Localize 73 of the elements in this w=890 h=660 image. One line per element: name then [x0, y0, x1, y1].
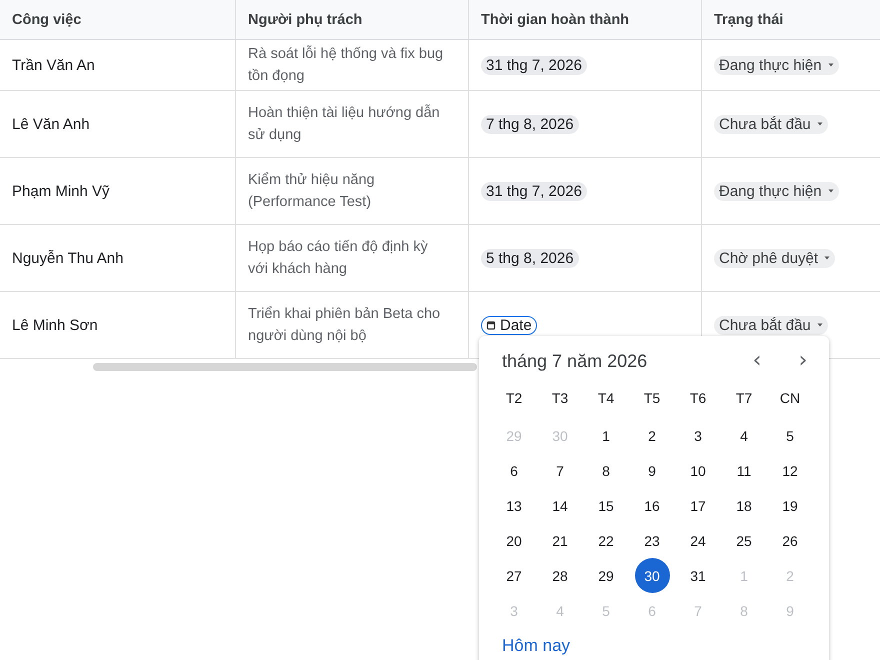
day-button[interactable]: 5	[772, 418, 808, 453]
column-header: Trạng thái	[713, 10, 784, 30]
day-button[interactable]: 20	[496, 523, 532, 558]
day-button[interactable]: 22	[588, 523, 624, 558]
weekday-label: CN	[778, 389, 802, 408]
day-button[interactable]: 16	[634, 488, 670, 523]
day-button[interactable]: 19	[772, 488, 808, 523]
table-cell: Nguyễn Thu Anh	[12, 250, 124, 266]
date-chip[interactable]: 7 thg 8, 2026	[481, 114, 579, 134]
day-button[interactable]: 29	[588, 558, 624, 593]
day-button[interactable]: 14	[542, 488, 578, 523]
day-button[interactable]: 17	[680, 488, 716, 523]
date-chip[interactable]: Date	[481, 316, 537, 334]
day-button[interactable]: 3	[680, 418, 716, 453]
day-button[interactable]: 6	[496, 453, 532, 488]
status-dropdown[interactable]: Chưa bắt đầu	[714, 114, 828, 134]
day-button[interactable]: 13	[496, 488, 532, 523]
day-button[interactable]: 8	[588, 453, 624, 488]
table-cell-text: Rà soát lỗi hệ thống và fix bug tồn đọng	[248, 44, 444, 86]
table-cell: Phạm Minh Vỹ	[12, 182, 110, 200]
date-chip[interactable]: 31 thg 7, 2026	[481, 182, 587, 200]
weekday-label: T7	[734, 389, 754, 408]
caret-icon	[828, 189, 834, 193]
table-cell: Lê Văn Anh	[12, 116, 90, 132]
day-button[interactable]: 15	[588, 488, 624, 523]
weekday-label: T2	[504, 389, 524, 408]
day-button[interactable]: 2	[634, 418, 670, 453]
day-button[interactable]: 25	[726, 523, 762, 558]
table-cell-text: Hoàn thiện tài liệu hướng dẫn sử dụng	[248, 103, 441, 145]
today-link[interactable]: Hôm nay	[502, 636, 570, 656]
day-button[interactable]: 9	[634, 453, 670, 488]
day-button[interactable]: 11	[726, 453, 762, 488]
weekday-label: T6	[688, 389, 708, 408]
caret-icon	[816, 323, 823, 327]
caret-icon	[824, 256, 830, 260]
day-button[interactable]: 26	[772, 523, 808, 558]
status-dropdown[interactable]: Chưa bắt đầu	[714, 316, 828, 334]
table-cell-text: Triển khai phiên bản Beta cho người dùng nội bộ	[248, 305, 442, 346]
caret-icon	[828, 63, 834, 67]
column-header: Công việc	[0, 0, 236, 39]
previous-month-button[interactable]: ‹	[743, 349, 771, 373]
scrollbar[interactable]	[93, 363, 477, 371]
caret-icon	[816, 122, 823, 126]
date-chip[interactable]: 31 thg 7, 2026	[481, 56, 587, 74]
day-button[interactable]: 24	[680, 523, 716, 558]
day-button[interactable]: 18	[726, 488, 762, 523]
day-button[interactable]: 7	[542, 453, 578, 488]
day-button[interactable]: 28	[542, 558, 578, 593]
day-button[interactable]: 27	[496, 558, 532, 593]
next-month-button[interactable]: ›	[789, 349, 817, 373]
weekday-label: T5	[642, 389, 662, 408]
weekday-label: T3	[550, 389, 570, 408]
date-chip[interactable]: 5 thg 8, 2026	[481, 248, 579, 268]
table-cell: Trần Văn An	[12, 56, 95, 74]
day-button[interactable]: 31	[680, 558, 716, 593]
day-button[interactable]: 12	[772, 453, 808, 488]
table-cell-text: Họp báo cáo tiến độ định kỳ với khách hàng	[248, 238, 429, 279]
column-header: Người phụ trách	[236, 0, 469, 39]
month-title: tháng 7 năm 2026	[502, 350, 648, 372]
table-cell: Lê Minh Sơn	[12, 316, 98, 334]
day-button[interactable]: 21	[542, 523, 578, 558]
table-cell-text: Kiểm thử hiệu năng (Performance Test)	[248, 171, 376, 212]
day-button[interactable]: 10	[680, 453, 716, 488]
column-header: Thời gian hoàn thành	[469, 0, 702, 39]
status-dropdown[interactable]: Đang thực hiện	[714, 56, 839, 74]
status-dropdown[interactable]: Đang thực hiện	[714, 182, 839, 200]
status-dropdown[interactable]: Chờ phê duyệt	[714, 248, 836, 268]
weekday-label: T4	[596, 389, 616, 408]
day-button[interactable]: 23	[634, 523, 670, 558]
calendar-icon	[486, 320, 496, 330]
day-button[interactable]: 30	[634, 558, 670, 593]
day-button[interactable]: 1	[588, 418, 624, 453]
day-button[interactable]: 4	[726, 418, 762, 453]
